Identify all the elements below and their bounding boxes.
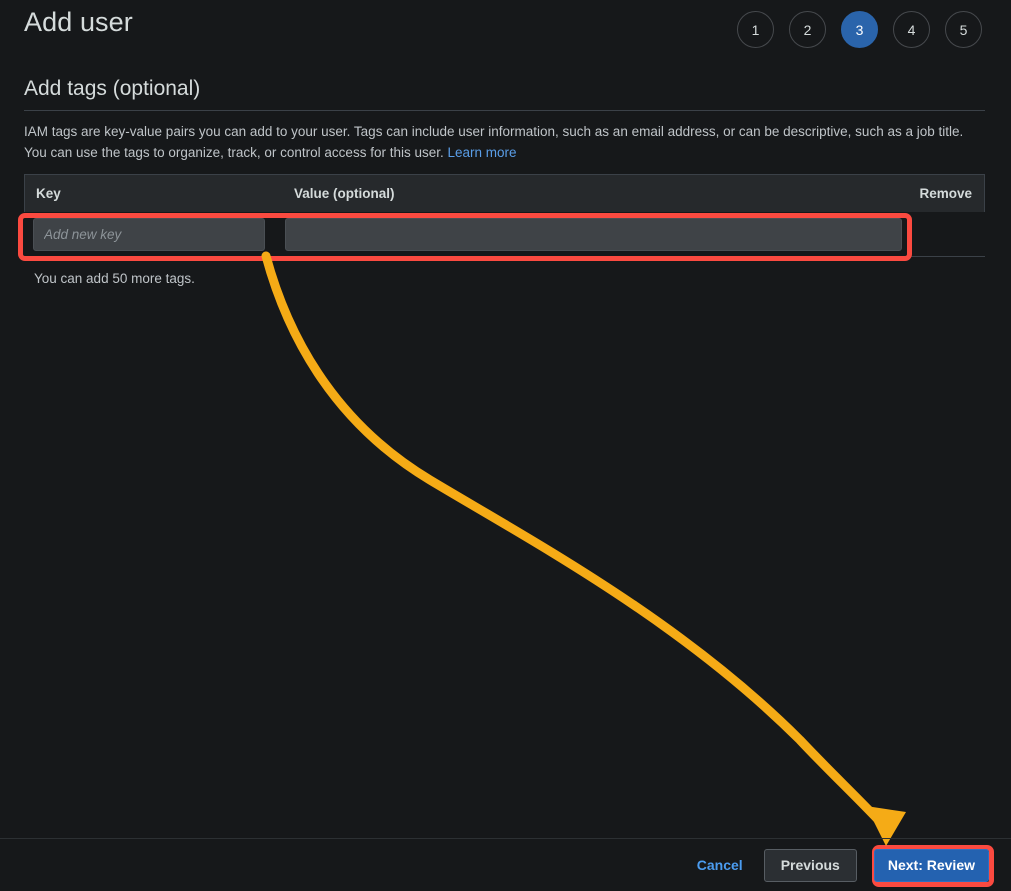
tags-table: Key Value (optional) Remove <box>24 174 985 257</box>
section-title: Add tags (optional) <box>24 77 201 100</box>
tag-value-input[interactable] <box>285 217 902 251</box>
wizard-step-1[interactable]: 1 <box>737 11 774 48</box>
wizard-step-4[interactable]: 4 <box>893 11 930 48</box>
column-header-remove: Remove <box>919 186 972 201</box>
wizard-step-2[interactable]: 2 <box>789 11 826 48</box>
wizard-footer: Cancel Previous Next: Review <box>0 839 1011 891</box>
wizard-step-3[interactable]: 3 <box>841 11 878 48</box>
tags-remaining-note: You can add 50 more tags. <box>34 271 195 286</box>
page-title: Add user <box>24 7 133 37</box>
learn-more-link[interactable]: Learn more <box>447 145 516 160</box>
tags-table-header: Key Value (optional) Remove <box>24 174 985 212</box>
column-header-key: Key <box>36 186 61 201</box>
add-user-wizard-page: Add user 1 2 3 4 5 Add tags (optional) I… <box>0 0 1011 891</box>
wizard-step-5[interactable]: 5 <box>945 11 982 48</box>
table-row <box>24 212 985 257</box>
tag-key-input[interactable] <box>33 217 265 251</box>
next-review-button[interactable]: Next: Review <box>873 848 989 882</box>
previous-button[interactable]: Previous <box>763 848 857 882</box>
section-description: IAM tags are key-value pairs you can add… <box>24 121 976 163</box>
wizard-step-indicator: 1 2 3 4 5 <box>737 11 982 48</box>
page-header: Add user 1 2 3 4 5 <box>0 0 1011 62</box>
column-header-value: Value (optional) <box>294 186 395 201</box>
section-divider <box>24 110 985 111</box>
cancel-button[interactable]: Cancel <box>693 857 747 873</box>
